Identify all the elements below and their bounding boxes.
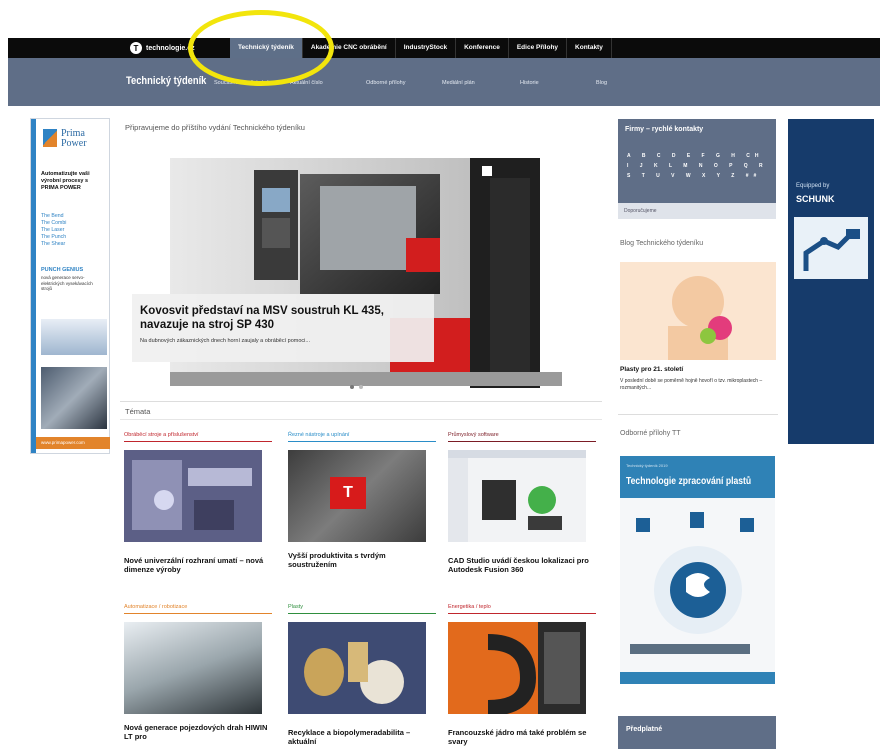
firmy-title: Firmy – rychlé kontakty [625, 126, 704, 133]
schunk-equipped: Equipped by [796, 183, 830, 189]
ad-product: The Punch [41, 234, 67, 240]
predplatne-title: Předplatné [626, 726, 663, 733]
article-card[interactable]: Obráběcí stroje a příslušenství Nové uni… [124, 432, 272, 574]
magazine-cover[interactable]: Technický týdeník 2019 Technologie zprac… [620, 456, 775, 684]
card-title[interactable]: Recyklace a biopolymeradabilita – aktuál… [288, 728, 436, 746]
card-category[interactable]: Průmyslový software [448, 432, 596, 442]
card-category[interactable]: Obráběcí stroje a příslušenství [124, 432, 272, 442]
card-image[interactable] [448, 622, 586, 716]
logo-icon: T [130, 42, 142, 54]
card-image[interactable] [124, 622, 262, 714]
blog-post-title[interactable]: Plasty pro 21. století [620, 366, 683, 373]
card-category[interactable]: Automatizace / robotizace [124, 604, 272, 614]
article-card[interactable]: Energetika / teplo Francouzské jádro má … [448, 604, 596, 746]
article-card[interactable]: Plasty Recyklace a biopolymeradabilita –… [288, 604, 436, 746]
hero-text: Na dubnových zákaznických dnech horní za… [140, 338, 310, 344]
hero-slider[interactable]: Kovosvit představí na MSV soustruh KL 43… [120, 140, 602, 402]
article-card[interactable]: Automatizace / robotizace Nová generace … [124, 604, 272, 741]
section-title[interactable]: Technický týdeník [126, 75, 206, 87]
card-image[interactable]: T [288, 450, 426, 542]
card-image[interactable] [448, 450, 586, 542]
top-nav-edice-prilohy[interactable]: Edice Přílohy [509, 38, 568, 58]
subnav-item-historie[interactable]: Historie [520, 80, 539, 87]
card-title[interactable]: CAD Studio uvádí českou lokalizaci pro A… [448, 556, 596, 574]
section-subnav: Technický týdeník Současné zaměstnání Ak… [8, 58, 880, 106]
firmy-letter-index[interactable]: A B C D E F G H CH I J K L M N O P Q R S… [627, 151, 773, 181]
top-nav-konference[interactable]: Konference [456, 38, 509, 58]
magazine-cover-image [620, 498, 775, 672]
blog-title: Blog Technického týdeníku [620, 240, 704, 247]
firmy-footer[interactable]: Doporučujeme [618, 203, 776, 219]
ad-accent-strip [31, 119, 36, 453]
top-nav-kontakty[interactable]: Kontakty [567, 38, 612, 58]
slider-dot[interactable] [359, 385, 363, 389]
card-category[interactable]: Řezné nástroje a upínání [288, 432, 436, 442]
ad-product: The Laser [41, 227, 65, 233]
site-brand[interactable]: T technologie.cz [130, 41, 195, 55]
card-title[interactable]: Vyšší produktivita s tvrdým soustružením [288, 551, 436, 569]
ad-product: The Bend [41, 213, 64, 219]
t-badge: T [330, 477, 366, 509]
firmy-quick-contacts: Firmy – rychlé kontakty A B C D E F G H … [618, 119, 776, 219]
hero-machine-image [170, 158, 562, 388]
card-category[interactable]: Energetika / teplo [448, 604, 596, 614]
ad-photo-image [41, 367, 107, 429]
robot-icon [794, 217, 868, 279]
prima-power-logo-icon [43, 129, 57, 147]
subnav-item-odborne-prilohy[interactable]: Odborné přílohy [366, 80, 405, 87]
ad-headline: Automatizujte vaši výrobní procesy s PRI… [41, 171, 90, 191]
ad-machine-image [41, 319, 107, 355]
logo-line-power: Power [61, 138, 87, 149]
ad-url[interactable]: www.primapower.com [36, 437, 110, 449]
ad-punch-subtitle: nová generace servo-elektrických vysekáv… [41, 275, 93, 291]
prima-power-logo: Prima Power [43, 129, 87, 149]
ad-product-list: The Bend The Combi The Laser The Punch T… [41, 213, 66, 248]
schunk-ad[interactable]: Equipped by SCHUNK [788, 119, 874, 444]
slider-dot[interactable] [350, 385, 354, 389]
highlight-circle [188, 10, 334, 86]
prilohy-title: Odborné přílohy TT [620, 430, 681, 437]
card-image[interactable] [288, 622, 426, 714]
sidebar-divider [618, 414, 778, 415]
section-divider [120, 419, 602, 420]
predplatne-box[interactable]: Předplatné [618, 716, 776, 749]
hero-title[interactable]: Kovosvit představí na MSV soustruh KL 43… [140, 304, 426, 332]
ad-product: The Combi [41, 220, 67, 226]
card-title[interactable]: Francouzské jádro má také problém se sva… [448, 728, 596, 746]
slider-dots [350, 385, 363, 389]
schunk-brand: SCHUNK [796, 194, 835, 204]
article-card[interactable]: Průmyslový software CAD Studio uvádí čes… [448, 432, 596, 574]
article-card[interactable]: Řezné nástroje a upínání T Vyšší produkt… [288, 432, 436, 569]
subnav-item-blog[interactable]: Blog [596, 80, 607, 87]
prima-power-ad[interactable]: Prima Power Automatizujte vaši výrobní p… [30, 118, 110, 454]
top-navigation-bar: T technologie.cz Technický týdeník Akade… [8, 38, 880, 58]
subnav-item-medialni-plan[interactable]: Mediální plán [442, 80, 475, 87]
blog-post-text: V poslední době se poměrně hojně hovoří … [620, 378, 763, 391]
card-title[interactable]: Nová generace pojezdových drah HIWIN LT … [124, 723, 272, 741]
hero-caption[interactable]: Kovosvit představí na MSV soustruh KL 43… [132, 294, 434, 362]
magazine-title: Technologie zpracování plastů [626, 475, 752, 487]
ad-product: The Shear [41, 241, 66, 247]
section-temata-title: Témata [125, 407, 151, 416]
top-nav-industrystock[interactable]: IndustryStock [396, 38, 457, 58]
blog-image[interactable] [620, 262, 776, 360]
main-header: Připravujeme do příštího vydání Technick… [125, 123, 305, 132]
magazine-top: Technický týdeník 2019 [626, 463, 668, 468]
ad-punch-title: PUNCH GENIUS [41, 267, 84, 273]
card-category[interactable]: Plasty [288, 604, 436, 614]
card-image[interactable] [124, 450, 262, 542]
card-title[interactable]: Nové univerzální rozhraní umatí – nová d… [124, 556, 272, 574]
